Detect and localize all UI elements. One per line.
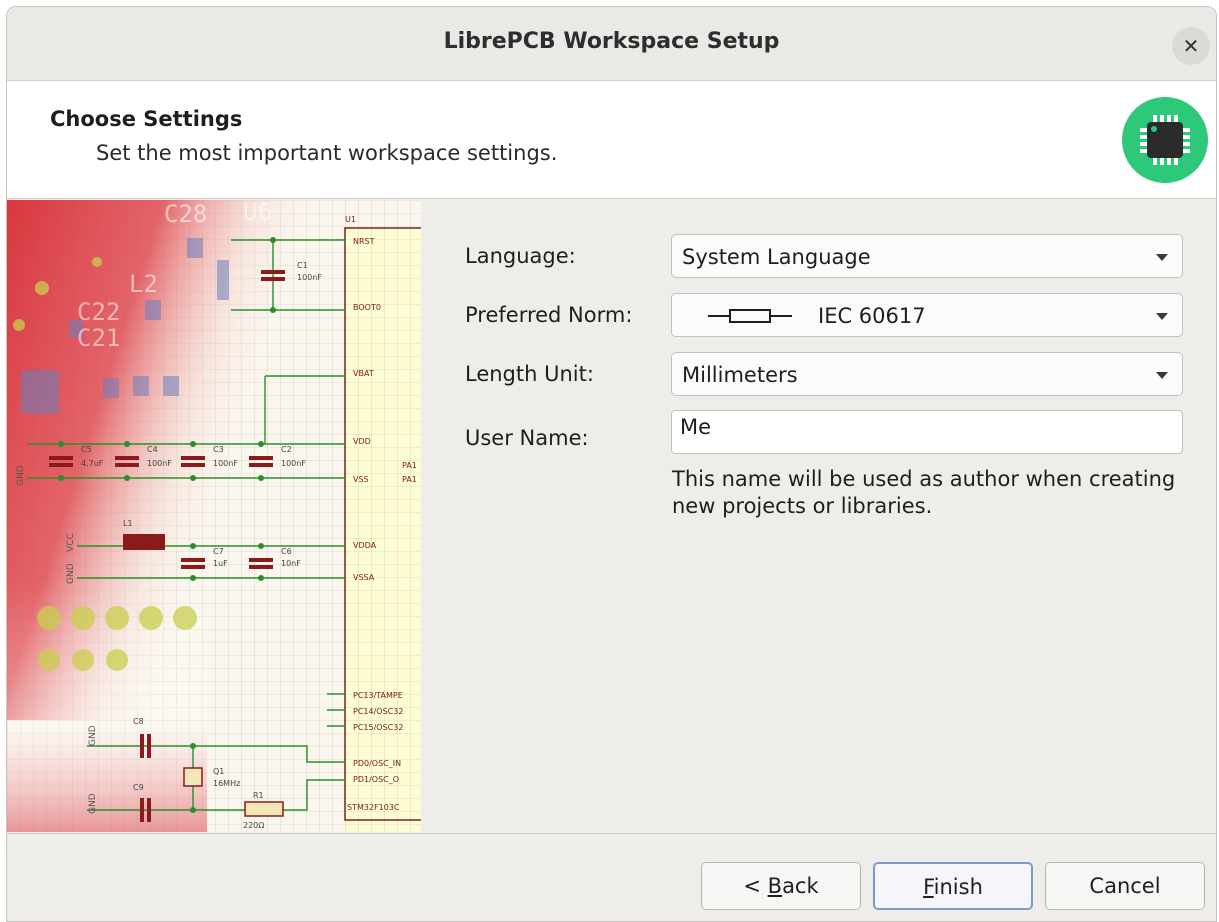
svg-text:GND: GND: [16, 465, 26, 486]
svg-text:100nF: 100nF: [213, 459, 238, 468]
svg-text:C28: C28: [164, 200, 207, 228]
svg-text:100nF: 100nF: [297, 273, 322, 282]
back-prefix: <: [743, 874, 768, 898]
svg-text:10nF: 10nF: [281, 559, 301, 568]
svg-text:100nF: 100nF: [147, 459, 172, 468]
svg-text:C5: C5: [81, 445, 92, 454]
svg-text:PA1: PA1: [402, 461, 417, 470]
svg-text:C9: C9: [133, 783, 144, 792]
svg-text:VSS: VSS: [353, 475, 369, 484]
back-mnemonic: B: [767, 874, 783, 898]
svg-text:GND: GND: [66, 563, 76, 584]
back-label: ack: [782, 874, 819, 898]
svg-text:PC15/OSC32: PC15/OSC32: [353, 723, 403, 732]
svg-text:100nF: 100nF: [281, 459, 306, 468]
svg-text:GND: GND: [88, 725, 98, 746]
svg-text:STM32F103C: STM32F103C: [347, 803, 400, 812]
svg-text:GND: GND: [88, 793, 98, 814]
username-input[interactable]: [671, 410, 1183, 454]
chip-icon: [1122, 97, 1208, 183]
username-label: User Name:: [465, 426, 589, 450]
finish-label: inish: [933, 875, 983, 899]
chevron-down-icon: [1156, 254, 1168, 261]
page-subtitle: Set the most important workspace setting…: [96, 141, 558, 165]
svg-text:NRST: NRST: [353, 237, 375, 246]
language-label: Language:: [465, 244, 576, 268]
svg-text:L2: L2: [129, 270, 158, 298]
resistor-icon: [708, 309, 792, 323]
svg-text:PD0/OSC_IN: PD0/OSC_IN: [353, 759, 401, 768]
svg-text:C2: C2: [281, 445, 292, 454]
svg-text:U1: U1: [345, 215, 356, 224]
svg-text:4.7uF: 4.7uF: [81, 459, 104, 468]
finish-button[interactable]: Finish: [873, 862, 1033, 910]
svg-text:BOOT0: BOOT0: [353, 303, 381, 312]
language-select[interactable]: System Language: [671, 234, 1183, 278]
title-bar: LibrePCB Workspace Setup ✕: [7, 7, 1216, 81]
svg-text:C6: C6: [281, 547, 292, 556]
svg-text:C8: C8: [133, 717, 144, 726]
page-title: Choose Settings: [50, 107, 243, 131]
svg-text:VCC: VCC: [66, 533, 76, 552]
norm-value: IEC 60617: [818, 304, 926, 328]
svg-text:VSSA: VSSA: [353, 573, 375, 582]
svg-text:C21: C21: [77, 324, 120, 352]
unit-select[interactable]: Millimeters: [671, 352, 1183, 396]
chevron-down-icon: [1156, 313, 1168, 320]
svg-text:U6: U6: [243, 200, 272, 226]
svg-text:L1: L1: [123, 519, 133, 528]
svg-text:Q1: Q1: [213, 767, 224, 776]
svg-text:PA1: PA1: [402, 475, 417, 484]
button-bar: < Back Finish Cancel: [7, 833, 1216, 921]
username-hint: This name will be used as author when cr…: [672, 467, 1176, 518]
chevron-down-icon: [1156, 372, 1168, 379]
close-button[interactable]: ✕: [1172, 27, 1210, 65]
svg-text:PC14/OSC32: PC14/OSC32: [353, 707, 403, 716]
language-value: System Language: [682, 245, 871, 269]
svg-text:C22: C22: [77, 298, 120, 326]
svg-text:220Ω: 220Ω: [243, 821, 264, 830]
svg-text:C7: C7: [213, 547, 224, 556]
svg-text:1uF: 1uF: [213, 559, 228, 568]
cancel-button[interactable]: Cancel: [1045, 862, 1205, 910]
schematic-illustration: C28 U6 C22 C21 L2 U1 NRST BOOT0 VBAT VDD VSS VD…: [7, 200, 421, 832]
back-button[interactable]: < Back: [701, 862, 861, 910]
svg-text:C1: C1: [297, 261, 308, 270]
norm-label: Preferred Norm:: [465, 303, 633, 327]
close-icon: ✕: [1182, 34, 1200, 58]
svg-text:VBAT: VBAT: [353, 369, 374, 378]
svg-text:C3: C3: [213, 445, 224, 454]
svg-text:PC13/TAMPE: PC13/TAMPE: [353, 691, 403, 700]
svg-text:16MHz: 16MHz: [213, 779, 240, 788]
page-header: Choose Settings Set the most important w…: [7, 81, 1216, 199]
window-title: LibrePCB Workspace Setup: [443, 29, 780, 54]
svg-text:R1: R1: [253, 791, 264, 800]
svg-text:PD1/OSC_O: PD1/OSC_O: [353, 775, 399, 784]
svg-text:C4: C4: [147, 445, 158, 454]
finish-mnemonic: F: [923, 875, 934, 899]
svg-text:VDDA: VDDA: [353, 541, 377, 550]
setup-dialog: LibrePCB Workspace Setup ✕ Choose Settin…: [6, 6, 1217, 922]
unit-value: Millimeters: [682, 363, 798, 387]
svg-text:VDD: VDD: [353, 437, 371, 446]
settings-form: Language: System Language Preferred Norm…: [421, 200, 1216, 832]
unit-label: Length Unit:: [465, 362, 594, 386]
norm-select[interactable]: IEC 60617: [671, 293, 1183, 337]
